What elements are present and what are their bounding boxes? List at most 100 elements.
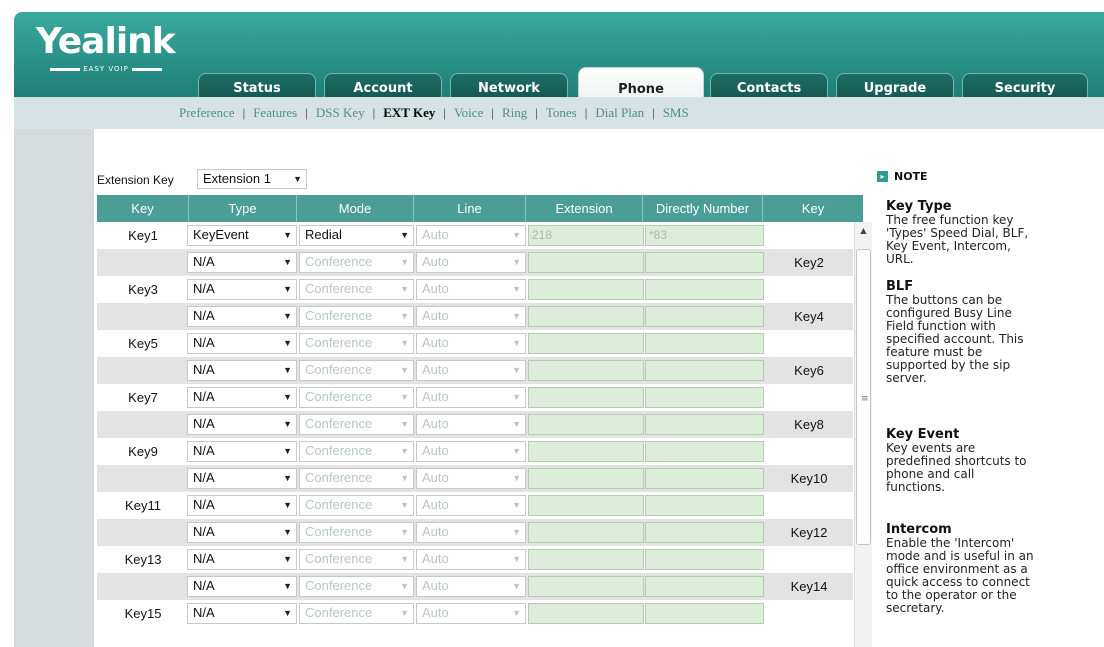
line-select[interactable]: Auto ▼	[416, 495, 526, 516]
subnav-ext-key[interactable]: EXT Key	[383, 105, 435, 121]
extension-input[interactable]	[528, 279, 644, 300]
subnav-preference[interactable]: Preference	[179, 105, 235, 121]
key-label-left: Key13	[124, 552, 162, 567]
subnav-tones[interactable]: Tones	[546, 105, 577, 121]
directly-number-input[interactable]	[645, 576, 764, 597]
subnav-features[interactable]: Features	[253, 105, 297, 121]
type-select[interactable]: N/A ▼	[187, 387, 297, 408]
type-select[interactable]: N/A ▼	[187, 414, 297, 435]
type-select[interactable]: N/A ▼	[187, 441, 297, 462]
mode-select[interactable]: Conference ▼	[299, 495, 414, 516]
subnav-dss-key[interactable]: DSS Key	[316, 105, 365, 121]
type-select[interactable]: N/A ▼	[187, 549, 297, 570]
subnav-separator: |	[584, 105, 588, 120]
note-section-title: Key Event	[886, 427, 960, 442]
extension-input[interactable]	[528, 522, 644, 543]
directly-number-input[interactable]	[645, 468, 764, 489]
type-select[interactable]: KeyEvent ▼	[187, 225, 297, 246]
mode-select[interactable]: Conference ▼	[299, 603, 414, 624]
type-select[interactable]: N/A ▼	[187, 279, 297, 300]
scroll-up-icon[interactable]: ▲	[855, 224, 872, 238]
extension-input[interactable]	[528, 252, 644, 273]
line-select[interactable]: Auto ▼	[416, 306, 526, 327]
mode-select[interactable]: Conference ▼	[299, 252, 414, 273]
extension-input[interactable]: 218	[528, 225, 644, 246]
line-select[interactable]: Auto ▼	[416, 468, 526, 489]
mode-select[interactable]: Conference ▼	[299, 441, 414, 462]
chevron-down-icon: ▼	[512, 284, 521, 294]
line-select[interactable]: Auto ▼	[416, 279, 526, 300]
extension-input[interactable]	[528, 387, 644, 408]
mode-select[interactable]: Redial ▼	[299, 225, 414, 246]
mode-select[interactable]: Conference ▼	[299, 522, 414, 543]
type-select[interactable]: N/A ▼	[187, 333, 297, 354]
line-select[interactable]: Auto ▼	[416, 414, 526, 435]
directly-number-input[interactable]	[645, 522, 764, 543]
directly-number-input[interactable]	[645, 603, 764, 624]
directly-number-input[interactable]	[645, 360, 764, 381]
extension-key-select[interactable]: Extension 1 ▼	[197, 169, 307, 189]
line-select[interactable]: Auto ▼	[416, 333, 526, 354]
subnav-separator: |	[242, 105, 246, 120]
subnav-voice[interactable]: Voice	[454, 105, 483, 121]
extension-input[interactable]	[528, 603, 644, 624]
line-select[interactable]: Auto ▼	[416, 360, 526, 381]
mode-select[interactable]: Conference ▼	[299, 333, 414, 354]
table-scrollbar[interactable]: ▲ ≡	[854, 222, 872, 647]
extension-input[interactable]	[528, 414, 644, 435]
key-label-right: Key2	[794, 255, 824, 270]
directly-number-input[interactable]	[645, 333, 764, 354]
directly-number-input[interactable]	[645, 414, 764, 435]
mode-select[interactable]: Conference ▼	[299, 468, 414, 489]
type-select[interactable]: N/A ▼	[187, 360, 297, 381]
extension-input[interactable]	[528, 306, 644, 327]
directly-number-input[interactable]	[645, 495, 764, 516]
line-select[interactable]: Auto ▼	[416, 549, 526, 570]
scroll-thumb[interactable]: ≡	[856, 249, 871, 545]
type-select[interactable]: N/A ▼	[187, 468, 297, 489]
mode-select[interactable]: Conference ▼	[299, 306, 414, 327]
subnav-sms[interactable]: SMS	[663, 105, 689, 121]
mode-select[interactable]: Conference ▼	[299, 387, 414, 408]
line-select[interactable]: Auto ▼	[416, 387, 526, 408]
line-select[interactable]: Auto ▼	[416, 522, 526, 543]
extension-input[interactable]	[528, 333, 644, 354]
chevron-down-icon: ▼	[283, 446, 292, 456]
line-select[interactable]: Auto ▼	[416, 603, 526, 624]
mode-select[interactable]: Conference ▼	[299, 279, 414, 300]
extension-input[interactable]	[528, 576, 644, 597]
col-mode: Mode	[297, 195, 414, 222]
mode-select[interactable]: Conference ▼	[299, 414, 414, 435]
chevron-down-icon: ▼	[512, 311, 521, 321]
extension-input[interactable]	[528, 495, 644, 516]
type-select[interactable]: N/A ▼	[187, 522, 297, 543]
directly-number-input[interactable]	[645, 387, 764, 408]
directly-number-input[interactable]	[645, 549, 764, 570]
directly-number-input[interactable]	[645, 252, 764, 273]
directly-number-input[interactable]	[645, 441, 764, 462]
line-select[interactable]: Auto ▼	[416, 252, 526, 273]
subnav-ring[interactable]: Ring	[502, 105, 527, 121]
directly-number-input[interactable]: *83	[645, 225, 764, 246]
line-select[interactable]: Auto ▼	[416, 576, 526, 597]
line-select[interactable]: Auto ▼	[416, 441, 526, 462]
extension-input[interactable]	[528, 360, 644, 381]
extension-input[interactable]	[528, 468, 644, 489]
line-select[interactable]: Auto ▼	[416, 225, 526, 246]
mode-select[interactable]: Conference ▼	[299, 576, 414, 597]
type-select[interactable]: N/A ▼	[187, 576, 297, 597]
mode-select[interactable]: Conference ▼	[299, 549, 414, 570]
directly-number-input[interactable]	[645, 306, 764, 327]
directly-number-input[interactable]	[645, 279, 764, 300]
subnav-dial-plan[interactable]: Dial Plan	[595, 105, 644, 121]
chevron-down-icon: ▼	[400, 581, 409, 591]
mode-value: Conference	[305, 254, 373, 269]
type-select[interactable]: N/A ▼	[187, 495, 297, 516]
mode-value: Conference	[305, 605, 373, 620]
type-select[interactable]: N/A ▼	[187, 603, 297, 624]
extension-input[interactable]	[528, 441, 644, 462]
type-select[interactable]: N/A ▼	[187, 306, 297, 327]
type-select[interactable]: N/A ▼	[187, 252, 297, 273]
extension-input[interactable]	[528, 549, 644, 570]
mode-select[interactable]: Conference ▼	[299, 360, 414, 381]
